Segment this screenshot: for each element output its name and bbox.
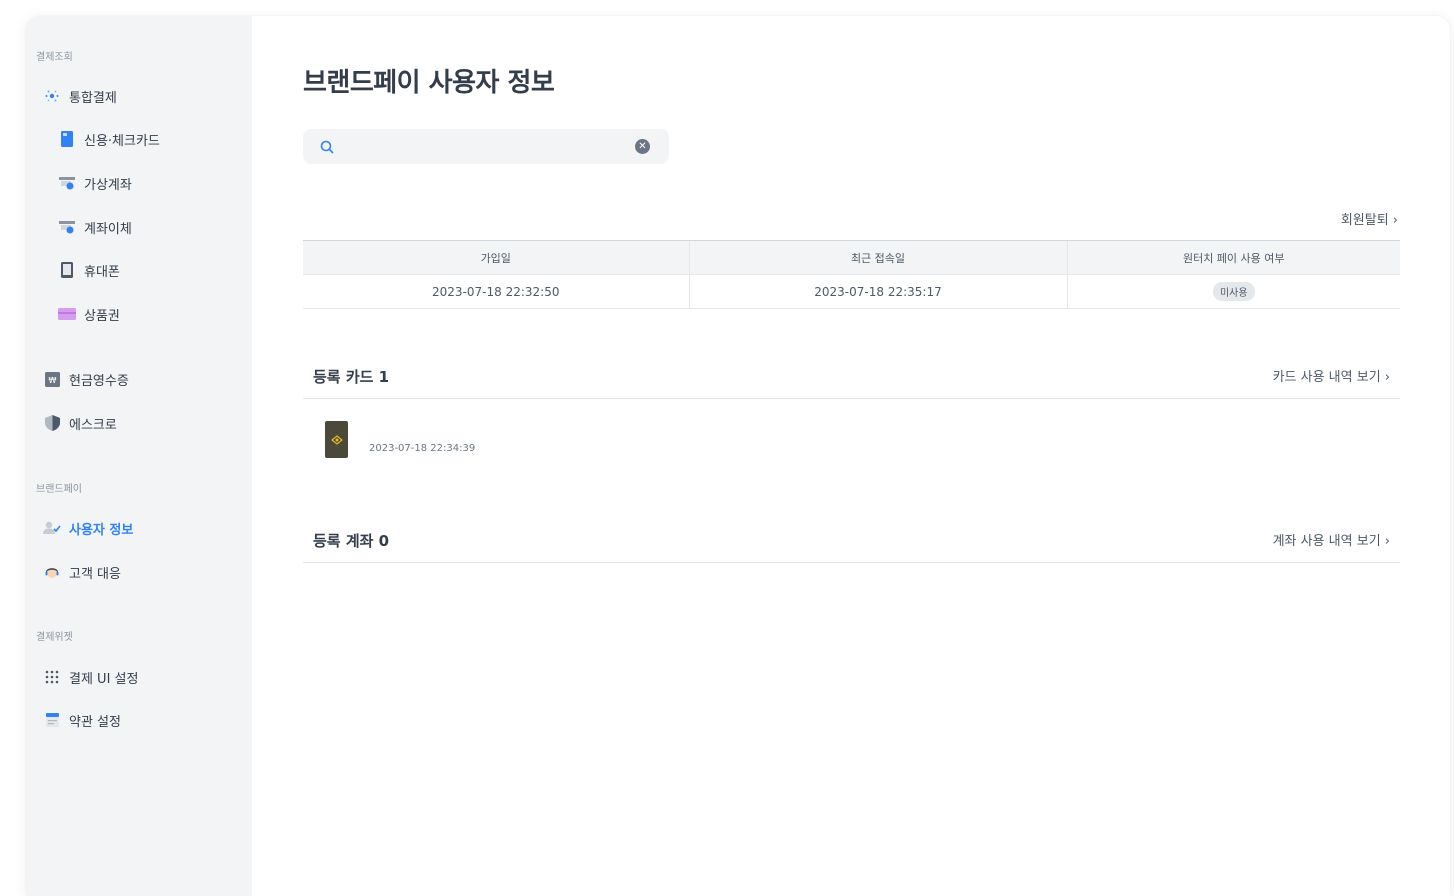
card-image[interactable] [325,421,348,458]
sidebar-item-label: 고객 대응 [69,566,121,582]
column-header: 가입일 [303,240,689,275]
sidebar-item-label: 가상계좌 [84,177,132,193]
sidebar-item-customer-support[interactable]: 고객 대응 [43,561,121,583]
sidebar-item-payment-ui[interactable]: 결제 UI 설정 [43,666,138,688]
svg-text:₩: ₩ [48,376,56,385]
clear-icon[interactable]: ✕ [635,139,650,154]
sidebar-item-cash-receipt[interactable]: ₩ 현금영수증 [43,368,129,390]
search-icon [320,139,334,158]
sidebar-section-payment: 결제조회 [36,52,73,63]
card-icon [58,130,76,148]
sidebar-item-escrow[interactable]: 에스크로 [43,412,117,434]
sidebar-item-label: 통합결제 [69,90,117,106]
sidebar-item-label: 계좌이체 [84,221,132,237]
sidebar-item-label: 결제 UI 설정 [69,671,139,687]
column-header: 원터치 페이 사용 여부 [1066,240,1400,275]
sidebar-item-transfer[interactable]: 계좌이체 [58,216,132,238]
sidebar-item-label: 휴대폰 [84,264,120,280]
sidebar-item-label: 신용·체크카드 [84,133,160,149]
sidebar-item-phone[interactable]: 휴대폰 [58,259,120,281]
sidebar-item-terms[interactable]: 약관 설정 [43,709,121,731]
receipt-icon: ₩ [43,370,61,388]
app-window: 결제조회 통합결제 신용·체크카드 가상계좌 계좌이체 휴대폰 상품권 ₩ 현금… [26,16,1450,896]
section-title: 등록 계좌 0 [313,532,390,550]
page-title: 브랜드페이 사용자 정보 [303,68,555,98]
registered-cards-header: 등록 카드 1 카드 사용 내역 보기 › [303,359,1400,399]
shield-icon [43,414,61,432]
registered-accounts-header: 등록 계좌 0 계좌 사용 내역 보기 › [303,523,1400,563]
bank-transfer-icon [58,218,76,236]
last-access-cell: 2023-07-18 22:35:17 [688,274,1067,309]
document-icon [43,711,61,729]
sidebar-item-user-info[interactable]: 사용자 정보 [43,517,133,539]
sidebar-item-card[interactable]: 신용·체크카드 [58,128,160,150]
withdraw-link[interactable]: 회원탈퇴 › [1341,209,1398,228]
search-bar: ✕ [303,129,669,164]
status-badge: 미사용 [1212,282,1255,301]
sidebar-item-virtual-account[interactable]: 가상계좌 [58,172,132,194]
account-icon [58,174,76,192]
card-history-link[interactable]: 카드 사용 내역 보기 › [1273,366,1390,385]
table-header-row: 가입일 최근 접속일 원터치 페이 사용 여부 [303,240,1400,275]
card-registered-date: 2023-07-18 22:34:39 [369,443,476,454]
sidebar: 결제조회 통합결제 신용·체크카드 가상계좌 계좌이체 휴대폰 상품권 ₩ 현금… [26,16,252,896]
sidebar-item-label: 약관 설정 [69,714,121,730]
grid-dots-icon [43,668,61,686]
section-title: 등록 카드 1 [313,368,390,386]
column-header: 최근 접속일 [688,240,1067,275]
sidebar-item-label: 현금영수증 [69,373,129,389]
user-info-table: 가입일 최근 접속일 원터치 페이 사용 여부 2023-07-18 22:32… [303,240,1400,309]
phone-icon [58,261,76,279]
sidebar-item-label: 사용자 정보 [69,522,134,538]
gift-card-icon [58,305,76,323]
onetouch-cell: 미사용 [1066,274,1400,309]
sidebar-item-integrated[interactable]: 통합결제 [43,85,117,107]
support-agent-icon [43,563,61,581]
signup-date-cell: 2023-07-18 22:32:50 [303,274,689,309]
account-history-link[interactable]: 계좌 사용 내역 보기 › [1273,530,1390,549]
user-check-icon [43,519,61,537]
table-row: 2023-07-18 22:32:50 2023-07-18 22:35:17 … [303,274,1400,309]
sidebar-item-gift[interactable]: 상품권 [58,303,120,325]
main-content: 브랜드페이 사용자 정보 ✕ 회원탈퇴 › 가입일 최근 접속일 원터치 페이 … [252,16,1450,896]
sidebar-section-brandpay: 브랜드페이 [36,484,82,495]
sparkle-icon [43,87,61,105]
sidebar-item-label: 상품권 [84,308,120,324]
search-input[interactable] [343,135,623,158]
sidebar-item-label: 에스크로 [69,417,117,433]
sidebar-section-widget: 결제위젯 [36,632,73,643]
